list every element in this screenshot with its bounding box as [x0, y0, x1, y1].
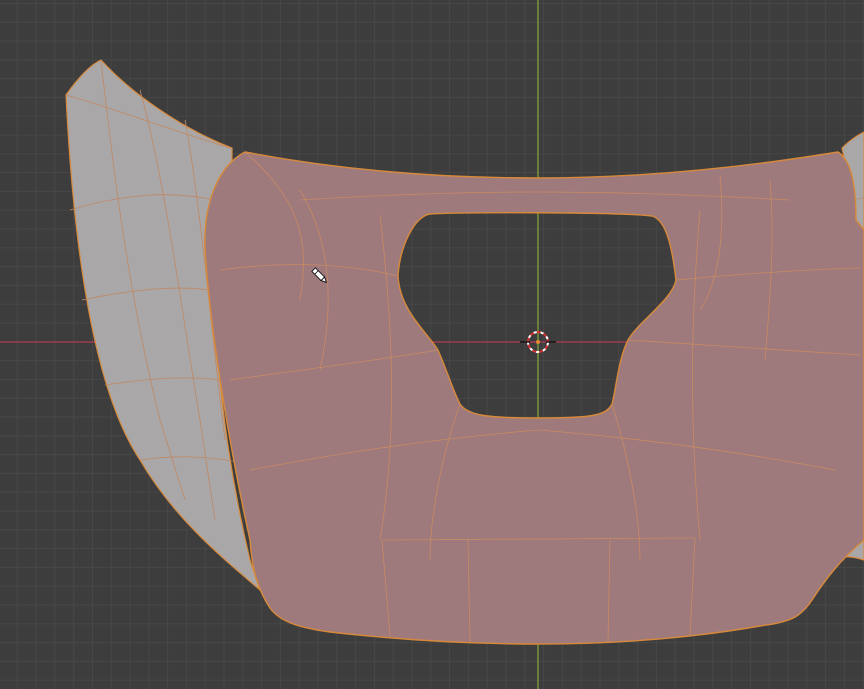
viewport-scene[interactable]: [0, 0, 864, 689]
3d-viewport[interactable]: [0, 0, 864, 689]
main-panel-mesh[interactable]: [204, 151, 864, 645]
